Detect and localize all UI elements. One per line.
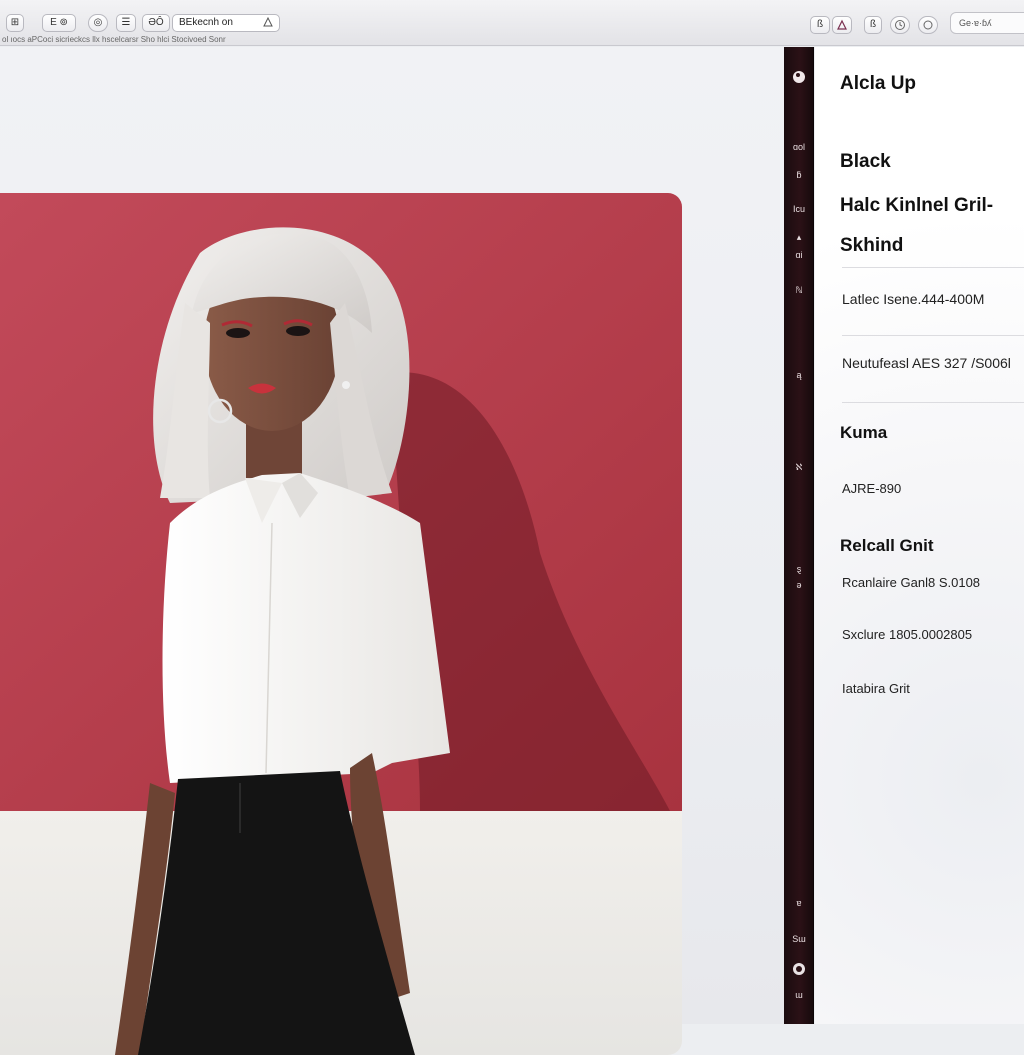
portrait-illustration <box>0 193 682 1055</box>
section-value-3: Sxclure 1805.0002805 <box>842 627 973 642</box>
section-value-2: Rcanlaire Ganl8 S.0108 <box>842 575 981 590</box>
search-input[interactable]: Ge·ɐ·ɓʎ <box>950 12 1024 34</box>
product-title-line-1: Black <box>840 151 891 172</box>
divider <box>842 267 1024 268</box>
share-icon[interactable] <box>832 16 852 34</box>
tool-rail: ɑol ƃ Icu ▴ ɑi ℕ ą ℵ ȿ ǝ ɐ Sɯ ɯ <box>784 47 814 1024</box>
rail-item-11[interactable]: Sɯ <box>784 931 814 947</box>
rail-item-4[interactable]: ɑi <box>784 247 814 263</box>
product-title-line-3: Skhind <box>840 235 904 256</box>
rail-item-5[interactable]: ℕ <box>784 282 814 298</box>
back-forward-button[interactable]: E ⊚ <box>42 14 76 32</box>
rail-item-10[interactable]: ɐ <box>784 895 814 911</box>
reader-list-button[interactable]: ☰ <box>116 14 136 32</box>
bookmarks-bar[interactable]: ol ıocs aPCoci sicrieckcs llx hscelcarsr… <box>0 34 300 46</box>
address-bar[interactable]: BEkecnh on <box>172 14 280 32</box>
section-value-4: Iatabira Grit <box>842 681 910 696</box>
section-heading-recall: Relcall Gnit <box>840 536 934 555</box>
rail-item-7[interactable]: ℵ <box>784 459 814 475</box>
portrait-photo[interactable] <box>0 193 682 1055</box>
section-value-1: AJRE-890 <box>842 481 902 496</box>
extension-button[interactable]: ß <box>810 16 830 34</box>
history-icon[interactable] <box>890 16 910 34</box>
rail-item-8[interactable]: ȿ <box>784 561 814 577</box>
settings-icon[interactable] <box>918 16 938 34</box>
profile-button[interactable]: ß <box>864 16 882 34</box>
bookmark-icon[interactable] <box>263 16 273 31</box>
rail-item-9[interactable]: ǝ <box>784 577 814 593</box>
rail-item-6[interactable]: ą <box>784 367 814 383</box>
content-pane <box>0 47 784 1055</box>
meta-line-2: Neutufeasl AES 327 /S006l <box>842 355 1011 371</box>
view-toggle-button[interactable]: ⊞ <box>6 14 24 32</box>
divider <box>842 402 1024 403</box>
product-title-line-2: Halc Kinlnel Gril- <box>840 195 994 216</box>
address-text: BEkecnh on <box>179 17 233 28</box>
reload-button[interactable]: ◎ <box>88 14 108 32</box>
rail-item-1[interactable]: ƃ <box>784 167 814 183</box>
divider <box>842 335 1024 336</box>
section-heading-kuma: Kuma <box>840 423 888 442</box>
browser-toolbar: ⊞ E ⊚ ◎ ☰ ƏÔ BEkecnh on ol ıocs aPCoci s… <box>0 0 1024 46</box>
panel-heading: Alcla Up <box>840 73 917 94</box>
rail-settings-icon[interactable] <box>784 961 814 977</box>
detail-panel: Alcla Up Black Halc Kinlnel Gril- Skhind… <box>815 47 1024 1024</box>
rail-item-0[interactable]: ɑol <box>784 139 814 155</box>
rail-item-3[interactable]: ▴ <box>784 229 814 245</box>
zoom-button[interactable]: ƏÔ <box>142 14 170 32</box>
rail-avatar-icon[interactable] <box>784 69 814 85</box>
rail-item-2[interactable]: Icu <box>784 201 814 217</box>
rail-item-12[interactable]: ɯ <box>784 987 814 1003</box>
meta-line-1: Latlec Isene.444-400M <box>842 291 985 307</box>
